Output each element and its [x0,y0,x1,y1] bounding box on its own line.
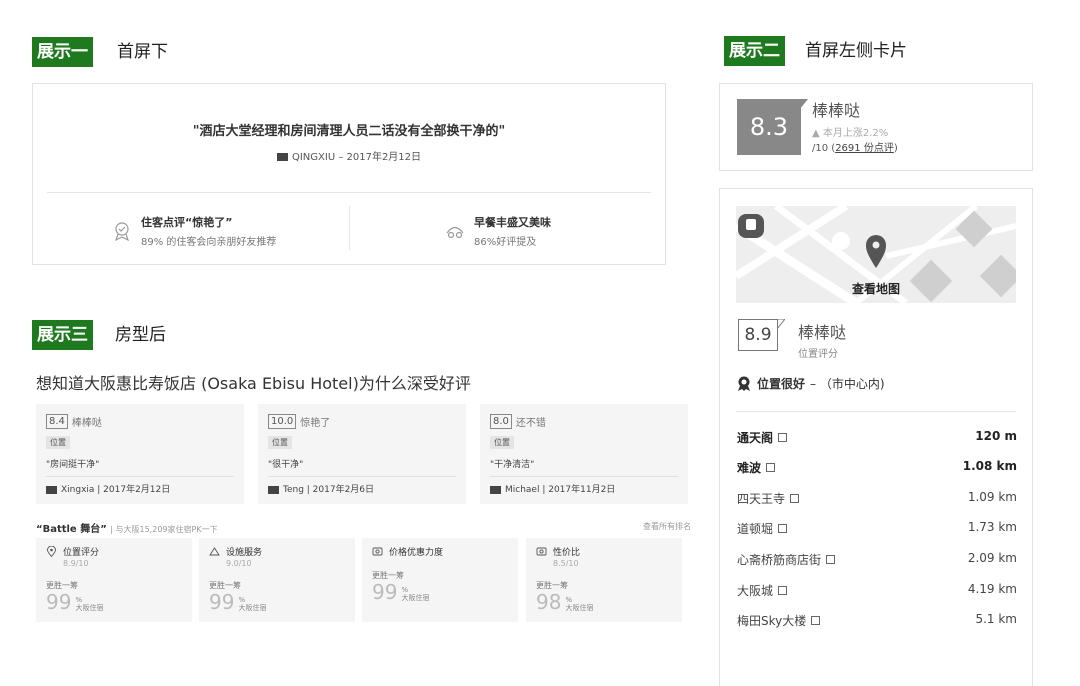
battle-percent: 99 [209,590,235,614]
overall-score: 8.3 [737,99,801,155]
flag-icon [490,485,501,494]
review-score: 8.4 [46,414,68,429]
battle-percent: 99 [372,580,398,604]
review-quote: "房间挺干净" [46,460,100,470]
highlight-sub: 89% 的住客会向亲朋好友推荐 [141,237,277,248]
poi-row[interactable]: 梅田Sky大楼 5.1 km [737,612,1017,629]
section-title-2: 首屏左侧卡片 [805,41,907,61]
section-tag-1: 展示一 [32,37,93,67]
section-title-3: 房型后 [115,325,166,345]
battle-card: 设施服务 9.0/10 更胜一筹 99% 大阪住宿 [199,538,355,622]
poi-row[interactable]: 通天阁 120 m [737,429,1017,446]
review-quote: "干净清洁" [490,460,535,470]
battle-percent: 98 [536,590,562,614]
battle-score: 8.5/10 [553,559,579,568]
score-label: 棒棒哒 [812,101,861,120]
battle-score: 9.0/10 [226,559,252,568]
score-notch [800,99,808,109]
battle-card: 性价比 8.5/10 更胜一筹 98% 大阪住宿 [526,538,682,622]
location-sub: 位置评分 [798,349,838,360]
flag-icon [46,485,57,494]
mini-review-card[interactable]: 8.4 棒棒哒 位置 "房间挺干净" Xingxia | 2017年2月12日 [36,404,244,504]
battle-card: 位置评分 8.9/10 更胜一筹 99% 大阪住宿 [36,538,192,622]
section-title-1: 首屏下 [117,42,168,62]
external-link-icon [811,616,821,625]
location-pin-icon [866,235,886,268]
external-link-icon [766,463,776,472]
location-score: 8.9 [738,319,778,351]
pin-icon [47,546,56,557]
review-score: 10.0 [268,414,297,429]
featured-review-card: "酒店大堂经理和房间清理人员二话没有全部换干净的" QINGXIU – 2017… [32,83,666,265]
battle-title: “Battle 舞台” | 与大阪15,209家住宿PK一下 [36,524,218,535]
highlight-recommend: 住客点评“惊艳了” 89% 的住客会向亲朋好友推荐 [111,214,276,248]
poi-row[interactable]: 心斋桥筋商店街 2.09 km [737,551,1017,568]
highlight-title: 住客点评“惊艳了” [141,216,233,229]
section-tag-2: 展示二 [724,36,785,66]
location-card: 查看地图 8.9 棒棒哒 位置评分 位置很好 – （市中心内) 通天阁 120 m … [719,188,1033,686]
review-author: Xingxia | 2017年2月12日 [46,482,234,495]
review-tag: 位置 [46,436,70,449]
review-label: 棒棒哒 [71,418,102,429]
review-label: 惊艳了 [300,418,331,429]
review-quote: "酒店大堂经理和房间清理人员二话没有全部换干净的" [192,124,506,139]
score-summary-card: 8.3 棒棒哒 ▲ 本月上涨2.2% /10 (2691 份点评) [719,83,1033,171]
divider [47,192,651,193]
external-link-icon [778,433,788,442]
battle-score: 8.9/10 [63,559,89,568]
poi-row[interactable]: 四天王寺 1.09 km [737,490,1017,507]
battle-name: 价格优惠力度 [389,548,444,558]
highlight-breakfast: 早餐丰盛又美味 86%好评提及 [444,214,551,248]
battle-name: 设施服务 [226,548,263,558]
external-link-icon [778,524,788,533]
review-count: /10 (2691 份点评) [812,143,898,154]
external-link-icon [826,555,836,564]
external-link-icon [778,586,788,595]
section-tag-3: 展示三 [32,320,93,350]
divider-vertical [349,206,350,250]
review-tag: 位置 [268,436,292,449]
map-preview[interactable]: 查看地图 [736,206,1016,303]
battle-name: 位置评分 [63,548,100,558]
divider [46,476,234,477]
mini-review-card[interactable]: 10.0 惊艳了 位置 "很干净" Teng | 2017年2月6日 [258,404,466,504]
review-author: Michael | 2017年11月2日 [490,482,678,495]
location-label: 棒棒哒 [798,323,847,342]
price-icon [372,547,383,556]
review-count-link[interactable]: 2691 份点评 [835,143,894,154]
review-tag: 位置 [490,436,514,449]
flag-icon [268,485,279,494]
battle-name: 性价比 [553,548,581,558]
train-icon [738,214,764,238]
review-quote: "很干净" [268,460,304,470]
flag-icon [276,153,288,161]
battle-percent: 99 [46,590,72,614]
divider [736,411,1016,412]
why-title: 想知道大阪惠比寿饭店 (Osaka Ebisu Hotel)为什么深受好评 [36,374,471,393]
mini-review-card[interactable]: 8.0 还不错 位置 "干净清洁" Michael | 2017年11月2日 [480,404,688,504]
poi-row[interactable]: 道顿堀 1.73 km [737,520,1017,537]
divider [490,476,678,477]
award-icon [114,222,130,242]
see-all-rankings-link[interactable]: 查看所有排名 [643,521,691,532]
score-notch [777,319,785,329]
award-badge-icon [738,376,750,391]
score-trend: ▲ 本月上涨2.2% [812,128,889,139]
divider [268,476,456,477]
highlight-sub: 86%好评提及 [474,237,537,248]
review-author: Teng | 2017年2月6日 [268,482,456,495]
review-label: 还不错 [515,418,546,429]
breakfast-icon [446,226,464,239]
location-good: 位置很好 – （市中心内) [737,375,885,392]
external-link-icon [790,494,800,503]
review-author: QINGXIU – 2017年2月12日 [33,148,665,163]
poi-row[interactable]: 难波 1.08 km [737,459,1017,476]
bell-icon [209,547,220,556]
view-map-label[interactable]: 查看地图 [736,280,1016,297]
battle-card: 价格优惠力度 更胜一筹 99% 大阪住宿 [362,538,518,622]
poi-row[interactable]: 大阪城 4.19 km [737,582,1017,599]
value-icon [536,547,547,556]
review-score: 8.0 [490,414,512,429]
highlight-title: 早餐丰盛又美味 [474,216,551,229]
